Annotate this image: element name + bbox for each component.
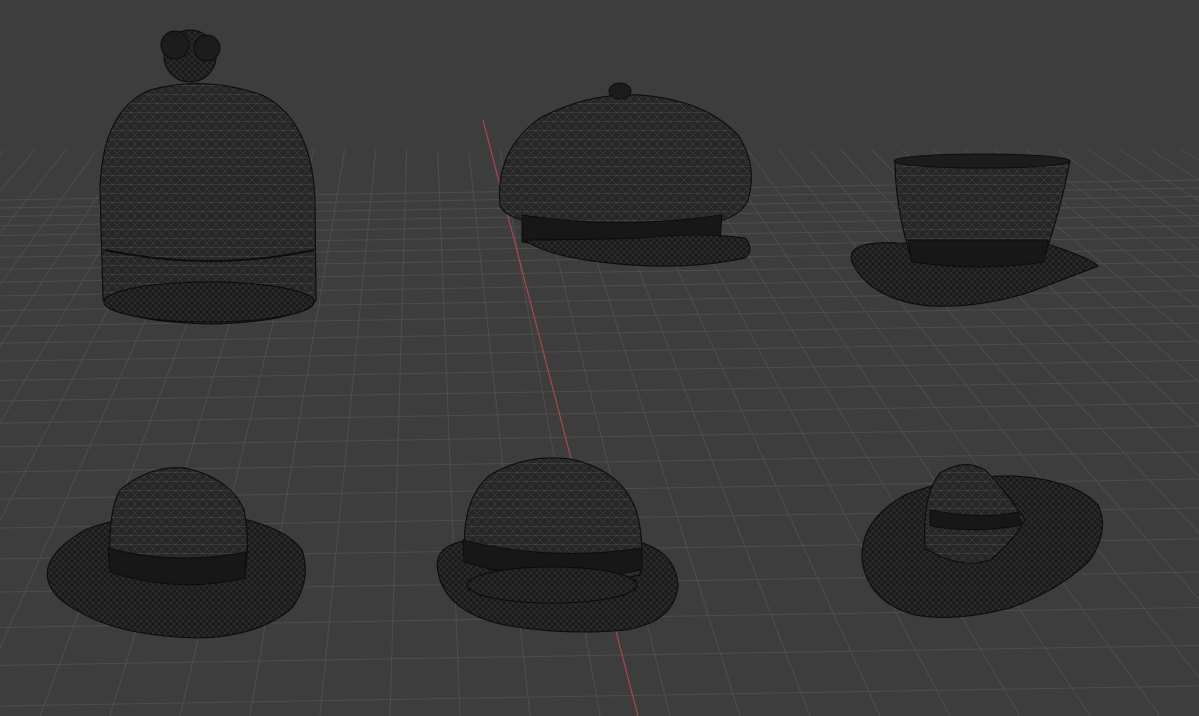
grid-line <box>389 149 408 716</box>
grid-line <box>0 402 1199 424</box>
3d-viewport[interactable] <box>0 0 1199 716</box>
fedora-hat[interactable] <box>46 467 306 639</box>
grid-line <box>0 644 1199 666</box>
grid-line <box>1150 149 1199 181</box>
bowler-hat[interactable] <box>436 457 679 633</box>
viewport-canvas[interactable] <box>0 0 1199 716</box>
newsboy-cap[interactable] <box>499 82 752 267</box>
top-hat[interactable] <box>850 153 1099 307</box>
beanie-hat[interactable] <box>99 29 317 325</box>
grid-line <box>1181 149 1199 161</box>
grid-line <box>1057 149 1199 251</box>
grid-line <box>1119 149 1199 202</box>
wide-brim-hat[interactable] <box>861 464 1103 618</box>
grid-line <box>319 149 377 716</box>
grid-line <box>1026 149 1199 279</box>
grid-line <box>0 685 1199 707</box>
grid-line <box>0 340 1199 362</box>
grid-line <box>0 359 1199 381</box>
grid-line <box>0 149 5 155</box>
grid-line <box>468 149 531 716</box>
grid-line <box>437 149 461 716</box>
